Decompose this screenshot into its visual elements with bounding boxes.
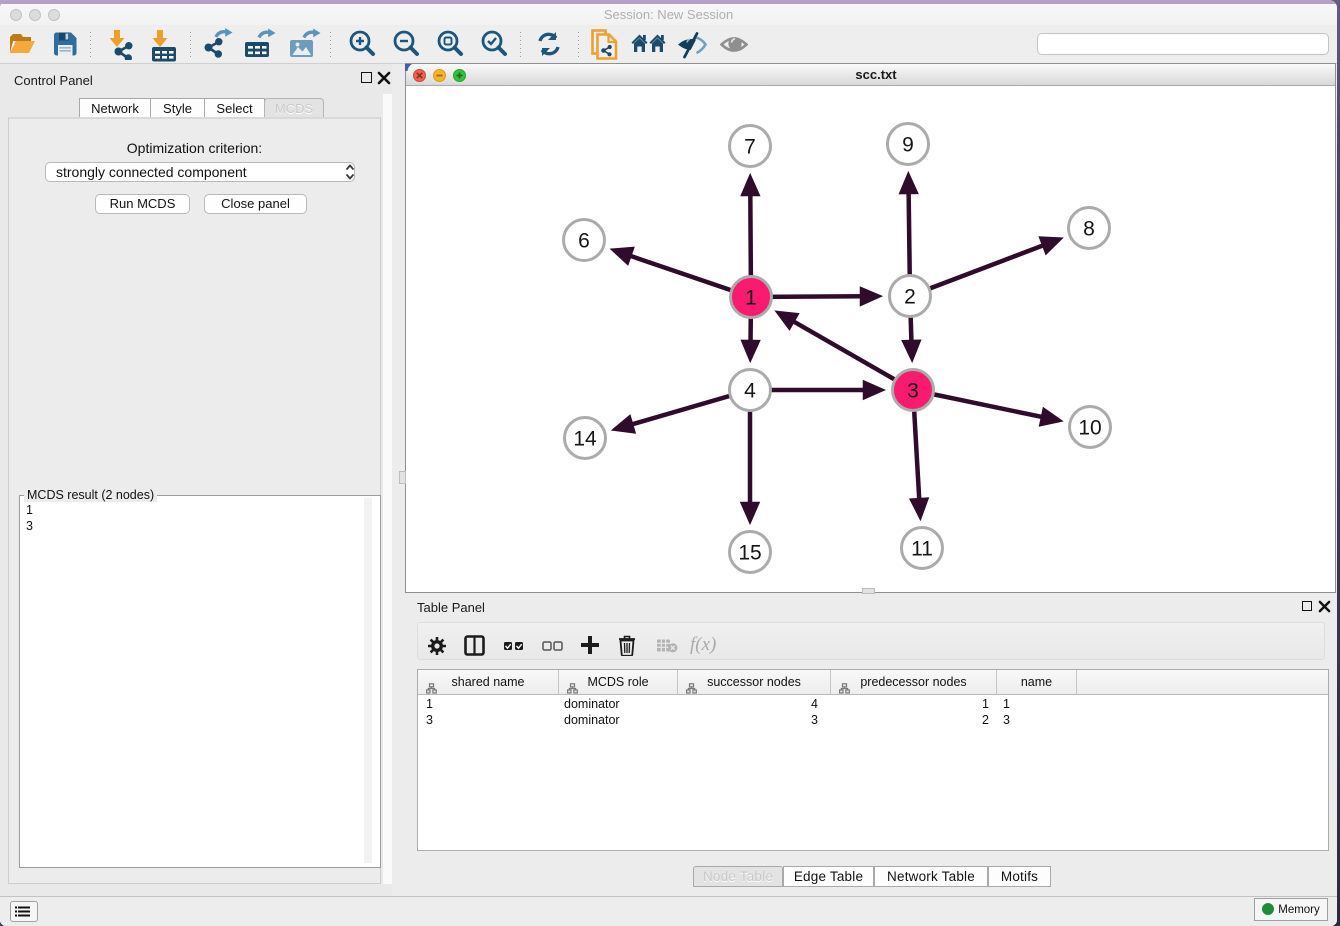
svg-text:10: 10 (1078, 417, 1101, 440)
svg-text:14: 14 (573, 428, 597, 451)
svg-text:15: 15 (738, 542, 761, 565)
svg-text:1: 1 (745, 287, 757, 310)
svg-text:3: 3 (907, 380, 919, 403)
svg-text:9: 9 (902, 134, 914, 157)
svg-text:7: 7 (744, 136, 756, 159)
svg-text:6: 6 (578, 230, 590, 253)
svg-text:11: 11 (911, 538, 933, 561)
svg-text:4: 4 (744, 380, 756, 403)
svg-text:8: 8 (1083, 218, 1095, 241)
svg-text:2: 2 (904, 286, 916, 309)
